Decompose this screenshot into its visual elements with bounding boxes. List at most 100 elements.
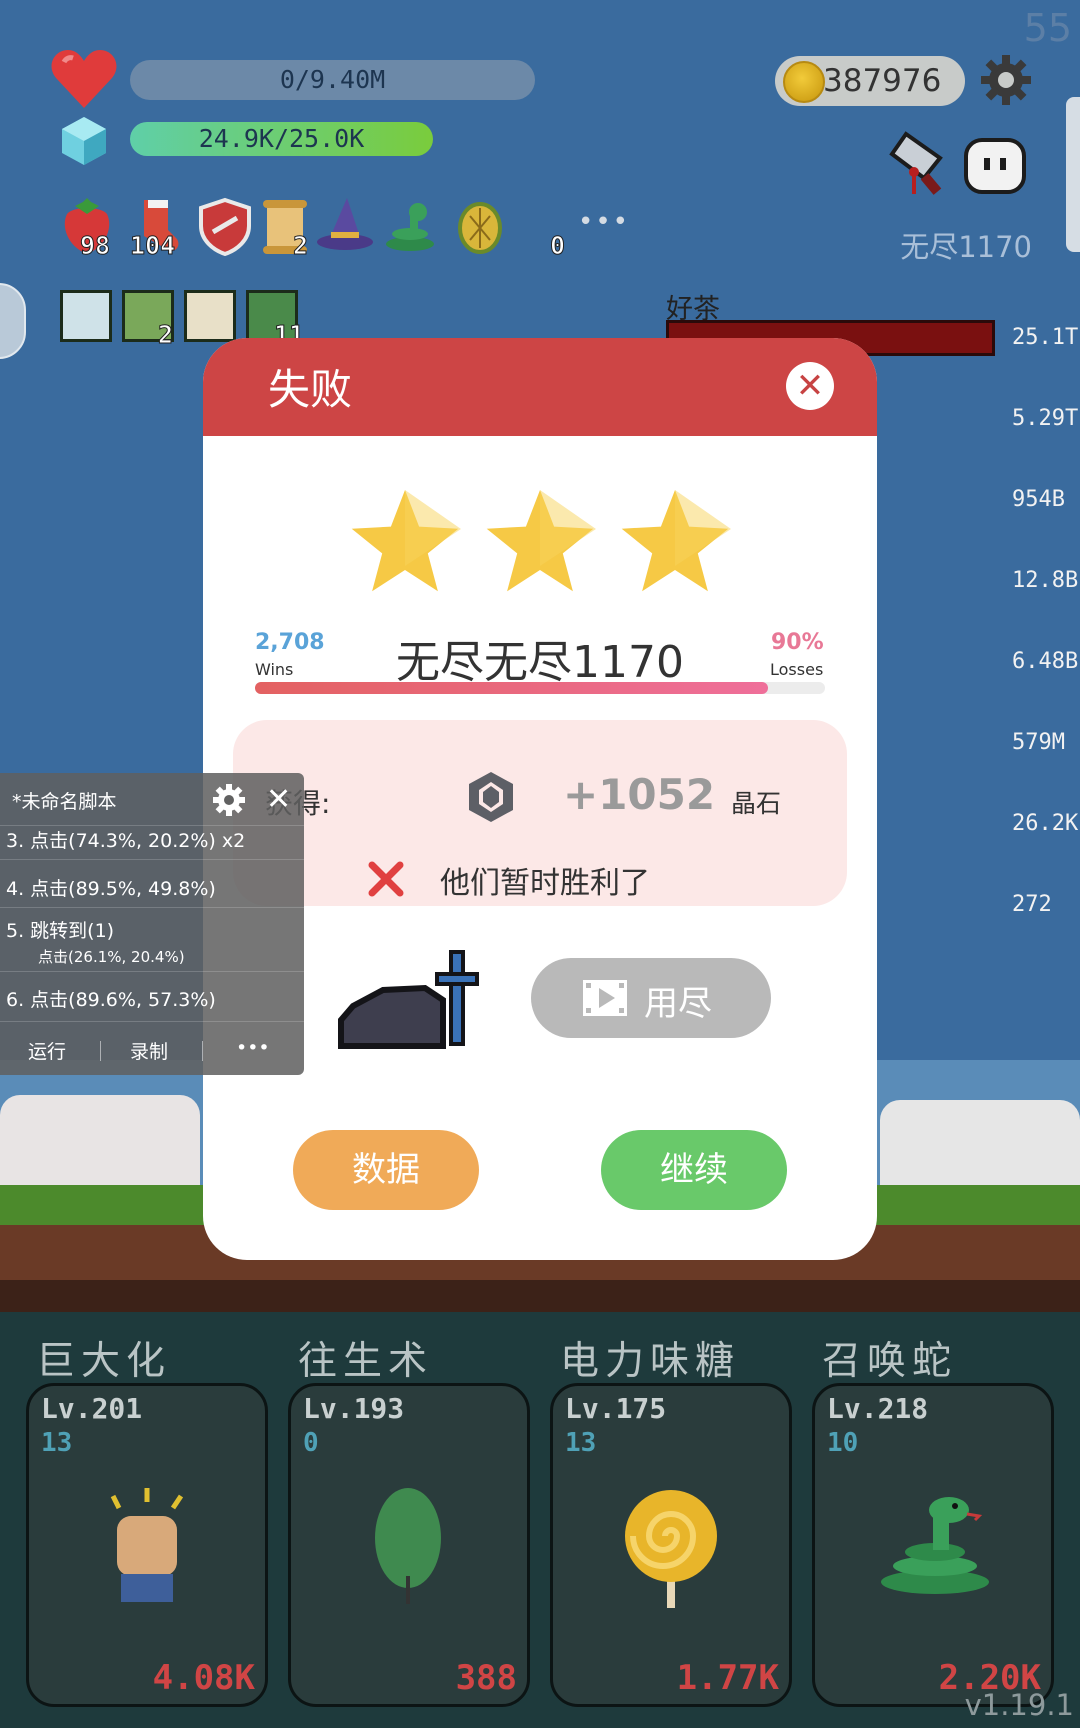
item-count: 2 (292, 231, 309, 261)
script-title: *未命名脚本 (12, 791, 117, 813)
script-step[interactable]: 5. 跳转到(1) (6, 916, 114, 943)
script-step[interactable]: 6. 点击(89.6%, 57.3%) (6, 985, 216, 1012)
skill-level: Lv.193 (303, 1392, 405, 1425)
hp-bar: 0/9.40M (130, 60, 535, 100)
win-progress-fill (255, 682, 768, 694)
dead-hero-sprite (333, 950, 493, 1050)
damage-value: 579M (1012, 730, 1065, 755)
reward-amount: +1052 (563, 770, 716, 819)
red-x-icon (368, 861, 404, 897)
version-label: v1.19.1 (964, 1688, 1074, 1722)
skill-level: Lv.218 (827, 1392, 929, 1425)
item-bar: 98 104 2 0 (55, 196, 615, 264)
divider (0, 907, 304, 908)
item-count: 0 (549, 231, 566, 261)
item-count: 104 (129, 231, 176, 261)
star-highlight (675, 490, 731, 566)
win-progress-track (255, 682, 825, 694)
damage-value: 5.29T (1012, 406, 1079, 431)
item-count: 98 (79, 231, 111, 261)
skill-sub-value: 13 (41, 1428, 73, 1458)
script-substep[interactable]: 点击(26.1%, 20.4%) (38, 946, 185, 967)
mana-bar: 24.9K/25.0K (130, 122, 433, 156)
video-button-label: 用尽 (644, 984, 712, 1024)
more-options-button[interactable]: ••• (236, 1037, 270, 1059)
skill-card-snake[interactable]: Lv.218 10 2.20K (812, 1383, 1054, 1707)
dialog-title: 失败 (268, 365, 353, 414)
buff-count: 2 (157, 320, 174, 350)
script-step[interactable]: 3. 点击(74.3%, 20.2%) x2 (6, 826, 245, 853)
script-close-icon[interactable]: ✕ (266, 785, 291, 815)
snake-icon (875, 1496, 995, 1600)
durian-icon[interactable] (450, 196, 510, 256)
burst-buff-icon (184, 290, 236, 342)
damage-value: 6.48B (1012, 649, 1079, 674)
watch-video-button[interactable]: 用尽 (531, 958, 771, 1038)
skill-level: Lv.175 (565, 1392, 667, 1425)
ally-cats (0, 1095, 200, 1185)
skill-title: 往生术 (298, 1339, 434, 1384)
skill-cost: 388 (455, 1658, 517, 1698)
skill-title: 召唤蛇 (822, 1339, 958, 1384)
snake-item-icon[interactable] (380, 196, 440, 256)
wizard-hat-icon[interactable] (315, 196, 375, 256)
damage-value: 25.1T (1012, 325, 1079, 350)
script-panel: *未命名脚本 ✕ 3. 点击(74.3%, 20.2%) x2 4. 点击(89… (0, 773, 304, 1075)
underground (0, 1280, 1080, 1312)
losses-percent: 90% (771, 630, 824, 655)
damage-value: 954B (1012, 487, 1065, 512)
floating-orb-button[interactable] (0, 283, 26, 359)
skill-card-giant[interactable]: Lv.201 13 4.08K (26, 1383, 268, 1707)
star-rating (343, 488, 743, 598)
shield-icon[interactable] (195, 196, 255, 257)
skill-title: 电力味糖 (560, 1339, 741, 1384)
damage-value: 26.2K (1012, 811, 1079, 836)
enemy-ghosts (880, 1100, 1080, 1185)
data-button[interactable]: 数据 (293, 1130, 479, 1210)
coin-icon (783, 61, 825, 103)
divider (100, 1041, 101, 1061)
damage-value: 12.8B (1012, 568, 1079, 593)
lollipop-icon (619, 1486, 723, 1614)
endless-stage-label: 无尽1170 (900, 230, 1032, 264)
continue-button[interactable]: 继续 (601, 1130, 787, 1210)
lose-message: 他们暂时胜利了 (440, 866, 650, 901)
heart-icon (50, 48, 118, 110)
light-buff-icon (60, 290, 112, 342)
fps-counter: 55 (1023, 6, 1072, 50)
skill-sub-value: 10 (827, 1428, 859, 1458)
star-highlight (405, 490, 461, 566)
divider (0, 1021, 304, 1022)
fist-icon (107, 1486, 187, 1610)
skill-cost: 1.77K (676, 1658, 779, 1698)
damage-value: 272 (1012, 892, 1052, 917)
skill-sub-value: 13 (565, 1428, 597, 1458)
video-icon (581, 978, 629, 1018)
close-icon[interactable]: ✕ (786, 362, 834, 410)
side-drawer-tab[interactable] (1066, 97, 1080, 252)
skill-level: Lv.201 (41, 1392, 143, 1425)
divider (202, 1041, 203, 1061)
script-step[interactable]: 4. 点击(89.5%, 49.8%) (6, 874, 216, 901)
losses-label: Losses (770, 660, 824, 679)
star-highlight (540, 490, 596, 566)
ghost-pet-icon[interactable] (962, 132, 1028, 198)
record-button[interactable]: 录制 (130, 1037, 168, 1064)
crystal-icon (58, 115, 110, 167)
run-button[interactable]: 运行 (28, 1037, 66, 1064)
leaf-icon (373, 1486, 443, 1610)
more-items-icon[interactable]: ••• (578, 207, 630, 237)
divider (0, 859, 304, 860)
skill-sub-value: 0 (303, 1428, 319, 1458)
skill-card-rebirth[interactable]: Lv.193 0 388 (288, 1383, 530, 1707)
skill-title: 巨大化 (36, 1339, 172, 1384)
skill-cost: 4.08K (152, 1658, 255, 1698)
settings-gear-icon[interactable] (980, 54, 1032, 106)
skill-card-candy[interactable]: Lv.175 13 1.77K (550, 1383, 792, 1707)
reward-unit: 晶石 (731, 789, 782, 818)
cleaver-icon[interactable] (884, 128, 956, 200)
gem-icon (465, 770, 517, 824)
result-dialog: 失败 ✕ 2,708 Wins 无尽无尽1170 90% Losses 获得: … (203, 338, 877, 1260)
script-settings-icon[interactable] (212, 783, 246, 817)
divider (0, 971, 304, 972)
